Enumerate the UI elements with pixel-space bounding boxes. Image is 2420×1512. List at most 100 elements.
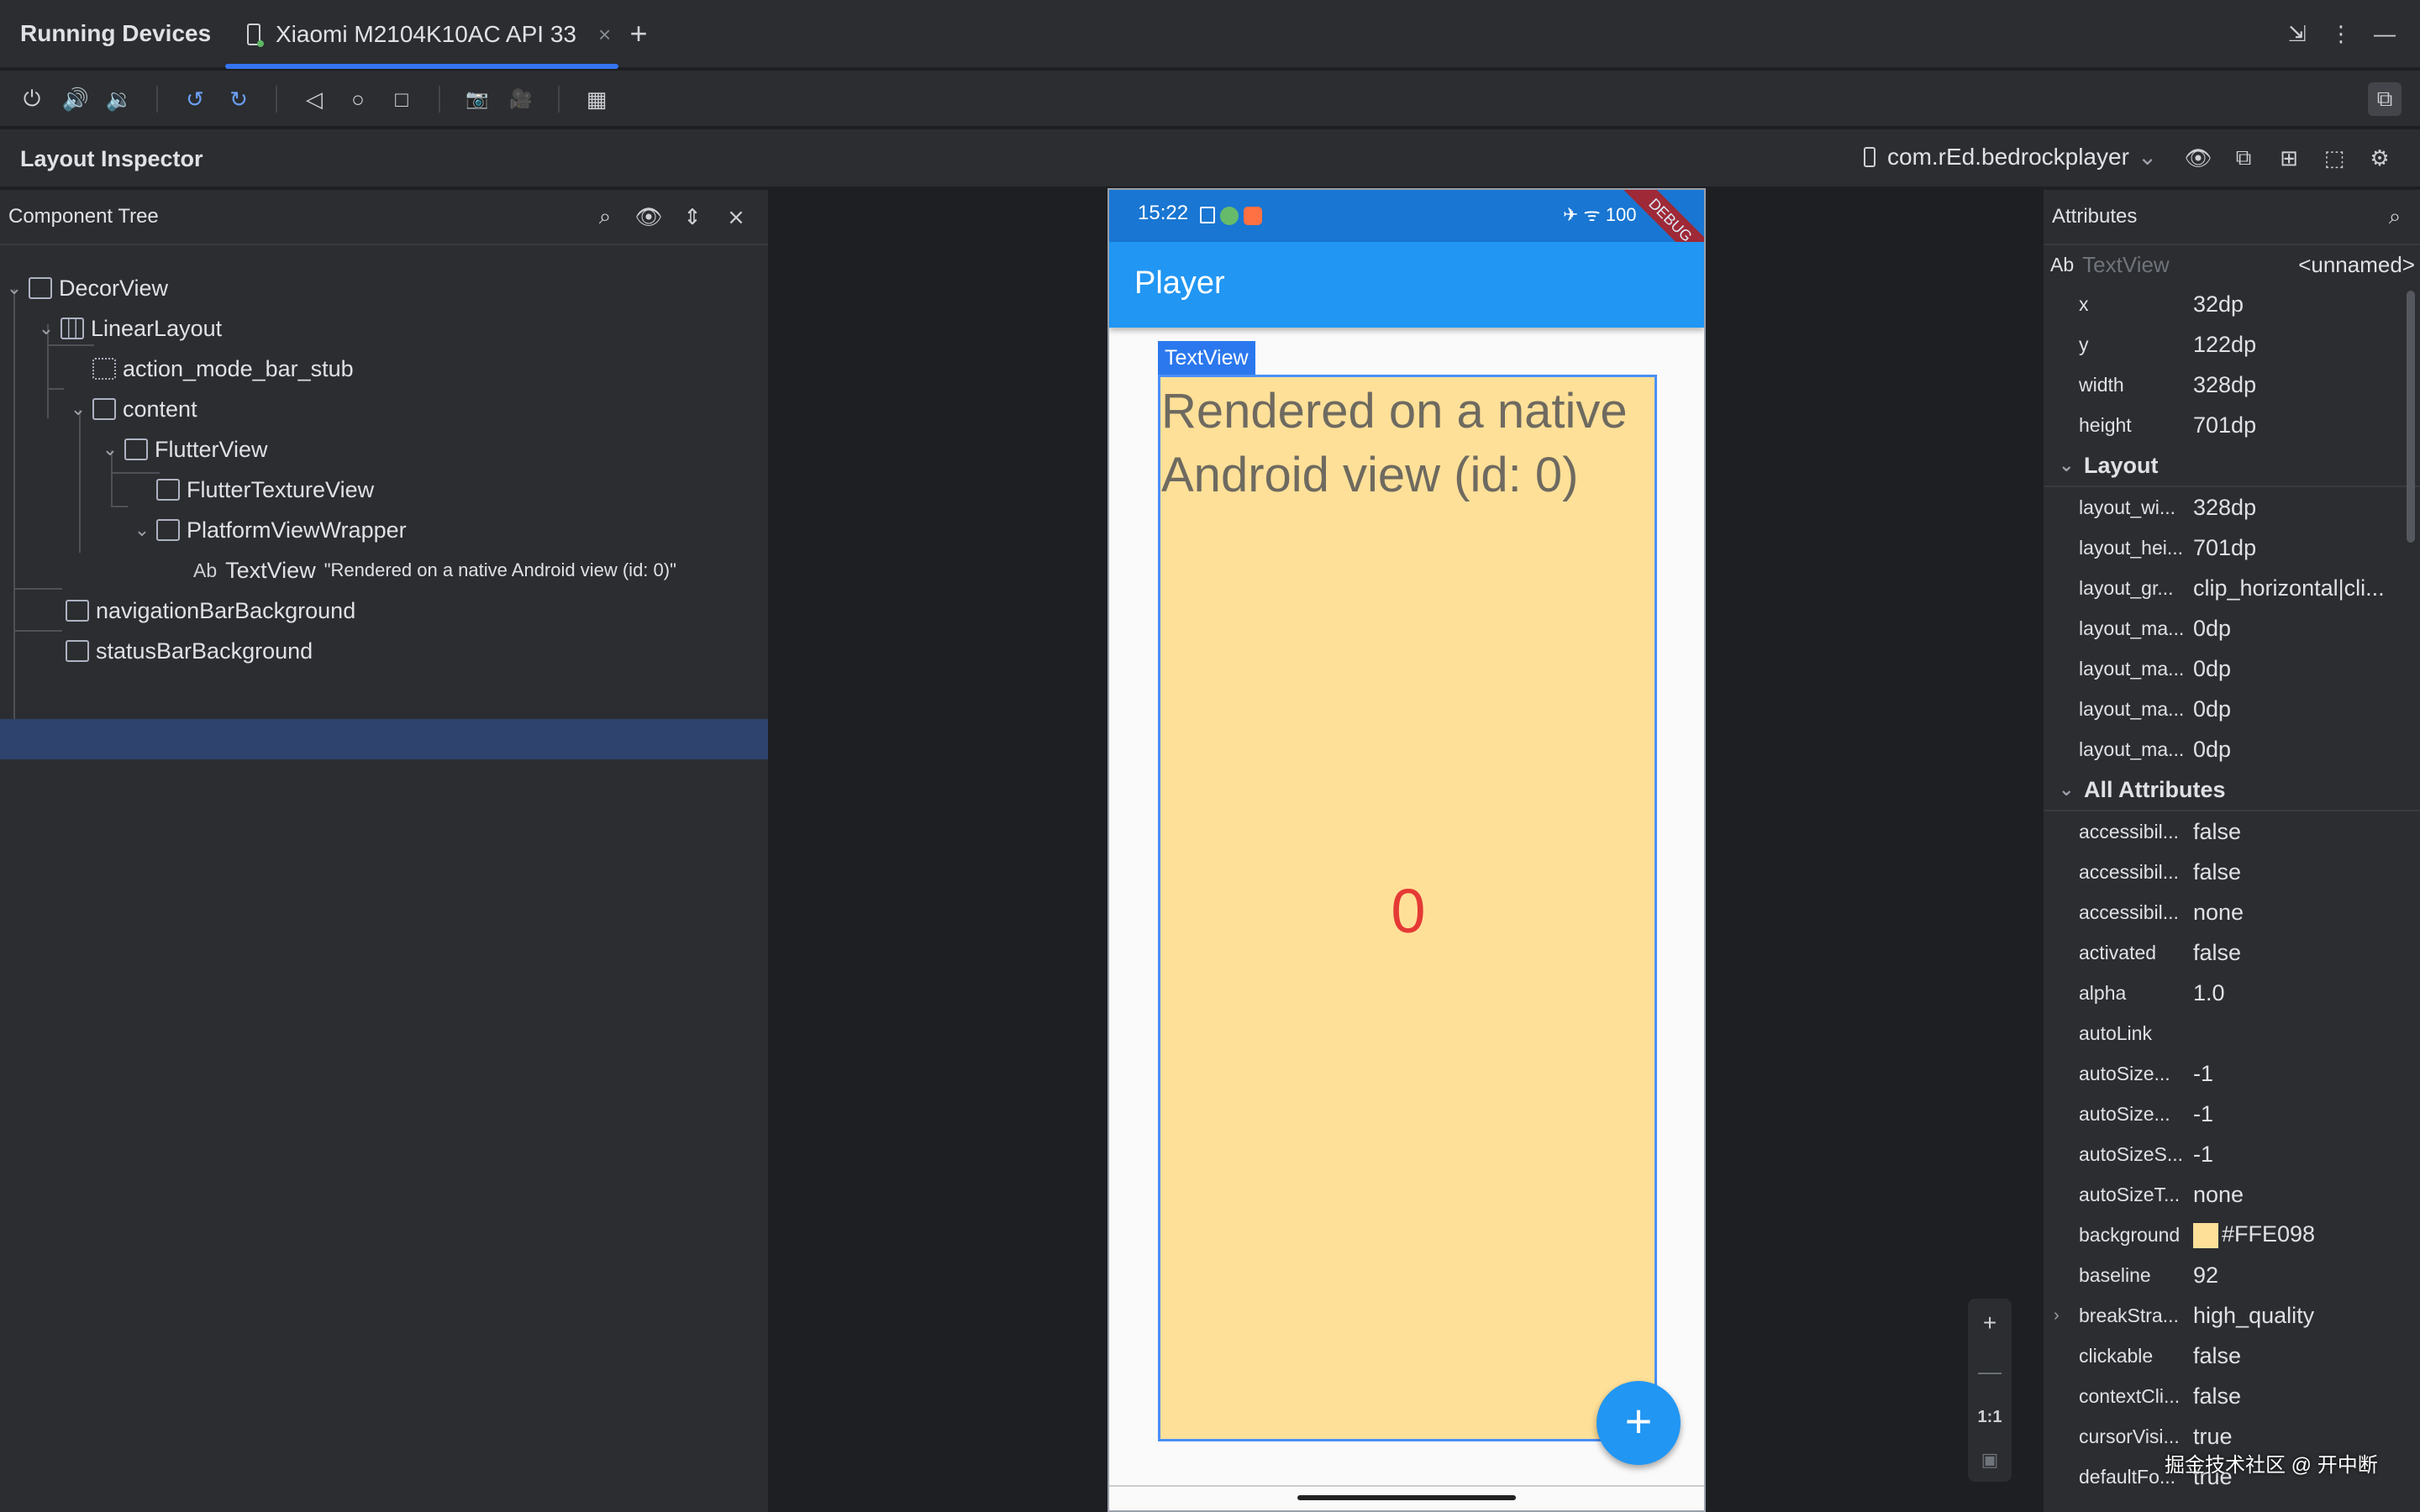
search-icon[interactable]: ⌕	[2378, 200, 2412, 234]
attribute-value-cell[interactable]: 1.0	[2193, 980, 2225, 1006]
layout-inspector-toggle-icon[interactable]: ⧉	[2368, 82, 2402, 116]
chevron-down-icon[interactable]: ⌄	[131, 519, 153, 541]
chevron-down-icon[interactable]: ⌄	[99, 438, 121, 460]
tree-node-decorview[interactable]: ⌄ DecorView	[3, 269, 168, 307]
attribute-row[interactable]: x 32dp	[2044, 284, 2420, 324]
attribute-value-cell[interactable]: false	[2193, 859, 2241, 885]
layout-section-header[interactable]: ⌄ Layout	[2044, 445, 2420, 487]
attribute-value-cell[interactable]: false	[2193, 940, 2241, 966]
attribute-row[interactable]: width 328dp	[2044, 365, 2420, 405]
volume-down-icon[interactable]: 🔉	[103, 82, 136, 116]
chevron-right-icon[interactable]: ›	[2054, 1306, 2060, 1326]
attribute-value-cell[interactable]: 0dp	[2193, 616, 2231, 642]
tree-node-platformviewwrapper[interactable]: ⌄ PlatformViewWrapper	[131, 511, 407, 549]
home-icon[interactable]: ○	[341, 82, 375, 116]
attribute-value-cell[interactable]: clip_horizontal|cli...	[2193, 575, 2385, 601]
collapse-all-icon[interactable]: ⨯	[719, 200, 753, 234]
attribute-row[interactable]: baseline 92	[2044, 1255, 2420, 1295]
attribute-row[interactable]: height 701dp	[2044, 405, 2420, 445]
attribute-value-cell[interactable]: 328dp	[2193, 495, 2256, 521]
tree-node-content[interactable]: ⌄ content	[67, 390, 197, 428]
tree-node-action-mode-bar-stub[interactable]: action_mode_bar_stub	[89, 349, 354, 388]
rotate-right-icon[interactable]: ↻	[222, 82, 255, 116]
process-selector[interactable]: com.rEd.bedrockplayer ⌄	[1864, 143, 2157, 171]
live-updates-icon[interactable]: ⊞	[2272, 141, 2306, 175]
attribute-value-cell[interactable]: 0dp	[2193, 737, 2231, 763]
attribute-row[interactable]: clickable false	[2044, 1336, 2420, 1376]
attribute-row[interactable]: accessibil... false	[2044, 852, 2420, 892]
attribute-value-cell[interactable]: 92	[2193, 1263, 2218, 1289]
attribute-value-cell[interactable]: none	[2193, 900, 2244, 926]
gesture-pill[interactable]	[1297, 1495, 1516, 1500]
eye-icon[interactable]: 👁	[632, 200, 666, 234]
overview-icon[interactable]: □	[385, 82, 418, 116]
search-icon[interactable]: ⌕	[588, 200, 622, 234]
attribute-value-cell[interactable]: #FFE098	[2193, 1221, 2315, 1248]
attribute-value-cell[interactable]: true	[2193, 1424, 2233, 1450]
color-swatch[interactable]	[2193, 1222, 2218, 1248]
chevron-down-icon[interactable]: ⌄	[2059, 454, 2074, 476]
gear-icon[interactable]: ⚙	[2363, 141, 2396, 175]
attribute-row[interactable]: layout_wi... 328dp	[2044, 487, 2420, 528]
attribute-row[interactable]: layout_hei... 701dp	[2044, 528, 2420, 568]
attribute-row[interactable]: accessibil... none	[2044, 892, 2420, 932]
chevron-down-icon[interactable]: ⌄	[67, 398, 89, 420]
add-tab-icon[interactable]: +	[622, 16, 655, 50]
power-icon[interactable]: ⏻	[15, 82, 49, 116]
attribute-row[interactable]: contextCli... false	[2044, 1376, 2420, 1416]
zoom-in-icon[interactable]: +	[1983, 1310, 1996, 1336]
attribute-row[interactable]: autoSize... -1	[2044, 1094, 2420, 1134]
select-element-icon[interactable]: ⬚	[2317, 141, 2351, 175]
rotate-left-icon[interactable]: ↺	[178, 82, 212, 116]
attribute-row[interactable]: activated false	[2044, 932, 2420, 973]
attributes-scrollbar[interactable]	[2407, 291, 2415, 543]
attribute-value-cell[interactable]: none	[2193, 1182, 2244, 1208]
eye-icon[interactable]: 👁	[2181, 141, 2215, 175]
attribute-row[interactable]: y 122dp	[2044, 324, 2420, 365]
tree-node-linearlayout[interactable]: ⌄ LinearLayout	[35, 309, 222, 348]
attribute-value-cell[interactable]: 701dp	[2193, 535, 2256, 561]
device-tab[interactable]: Xiaomi M2104K10AC API 33 ×	[225, 0, 618, 69]
attribute-row[interactable]: autoSizeT... none	[2044, 1174, 2420, 1215]
tree-node-navigationbarbackground[interactable]: navigationBarBackground	[62, 591, 355, 630]
attribute-row[interactable]: autoSize... -1	[2044, 1053, 2420, 1094]
screenshot-icon[interactable]: 📷	[460, 82, 494, 116]
close-tab-icon[interactable]: ×	[598, 22, 611, 48]
tree-node-flutterview[interactable]: ⌄ FlutterView	[99, 430, 268, 469]
screen-record-icon[interactable]: 🎥	[504, 82, 538, 116]
chevron-down-icon[interactable]: ⌄	[35, 318, 57, 339]
attribute-row[interactable]: accessibil... false	[2044, 811, 2420, 852]
attribute-value-cell[interactable]: 328dp	[2193, 372, 2256, 398]
tree-node-statusbarbackground[interactable]: statusBarBackground	[62, 632, 313, 670]
attribute-row[interactable]: layout_ma... 0dp	[2044, 689, 2420, 729]
tree-node-textview[interactable]: Ab TextView "Rendered on a native Androi…	[190, 551, 676, 590]
device-frame-icon[interactable]: ▦	[580, 82, 613, 116]
snapshot-export-icon[interactable]: ⧉	[2227, 141, 2260, 175]
attribute-value-cell[interactable]: 0dp	[2193, 696, 2231, 722]
back-icon[interactable]: ◁	[297, 82, 331, 116]
attribute-value-cell[interactable]: false	[2193, 1343, 2241, 1369]
attribute-row[interactable]: alpha 1.0	[2044, 973, 2420, 1013]
attribute-row[interactable]: layout_gr... clip_horizontal|cli...	[2044, 568, 2420, 608]
expand-all-icon[interactable]: ⇕	[676, 200, 709, 234]
increment-fab[interactable]: +	[1597, 1381, 1681, 1465]
attribute-row[interactable]: background #FFE098	[2044, 1215, 2420, 1255]
attribute-value-cell[interactable]: false	[2193, 819, 2241, 845]
attribute-row[interactable]: layout_ma... 0dp	[2044, 729, 2420, 769]
attribute-row[interactable]: › breakStra... high_quality	[2044, 1295, 2420, 1336]
attribute-row[interactable]: layout_ma... 0dp	[2044, 608, 2420, 648]
zoom-out-icon[interactable]: —	[1978, 1358, 2002, 1385]
minimize-icon[interactable]: —	[2368, 17, 2402, 50]
attribute-value-cell[interactable]: -1	[2193, 1101, 2213, 1127]
attribute-row[interactable]: layout_ma... 0dp	[2044, 648, 2420, 689]
attribute-value-cell[interactable]: high_quality	[2193, 1303, 2314, 1329]
attribute-value-cell[interactable]: -1	[2193, 1061, 2213, 1087]
attribute-value-cell[interactable]: 0dp	[2193, 656, 2231, 682]
chevron-down-icon[interactable]: ⌄	[2059, 779, 2074, 801]
chevron-down-icon[interactable]: ⌄	[3, 277, 25, 299]
more-options-icon[interactable]: ⋮	[2324, 17, 2358, 50]
zoom-fit-icon[interactable]: ▣	[1981, 1449, 1999, 1471]
attribute-value-cell[interactable]: 32dp	[2193, 291, 2244, 318]
zoom-actual-size-button[interactable]: 1:1	[1978, 1408, 2002, 1427]
device-screen[interactable]: 15:22 ✈ ᯤ 100 DEBUG Player TextView Rend…	[1107, 188, 1706, 1512]
